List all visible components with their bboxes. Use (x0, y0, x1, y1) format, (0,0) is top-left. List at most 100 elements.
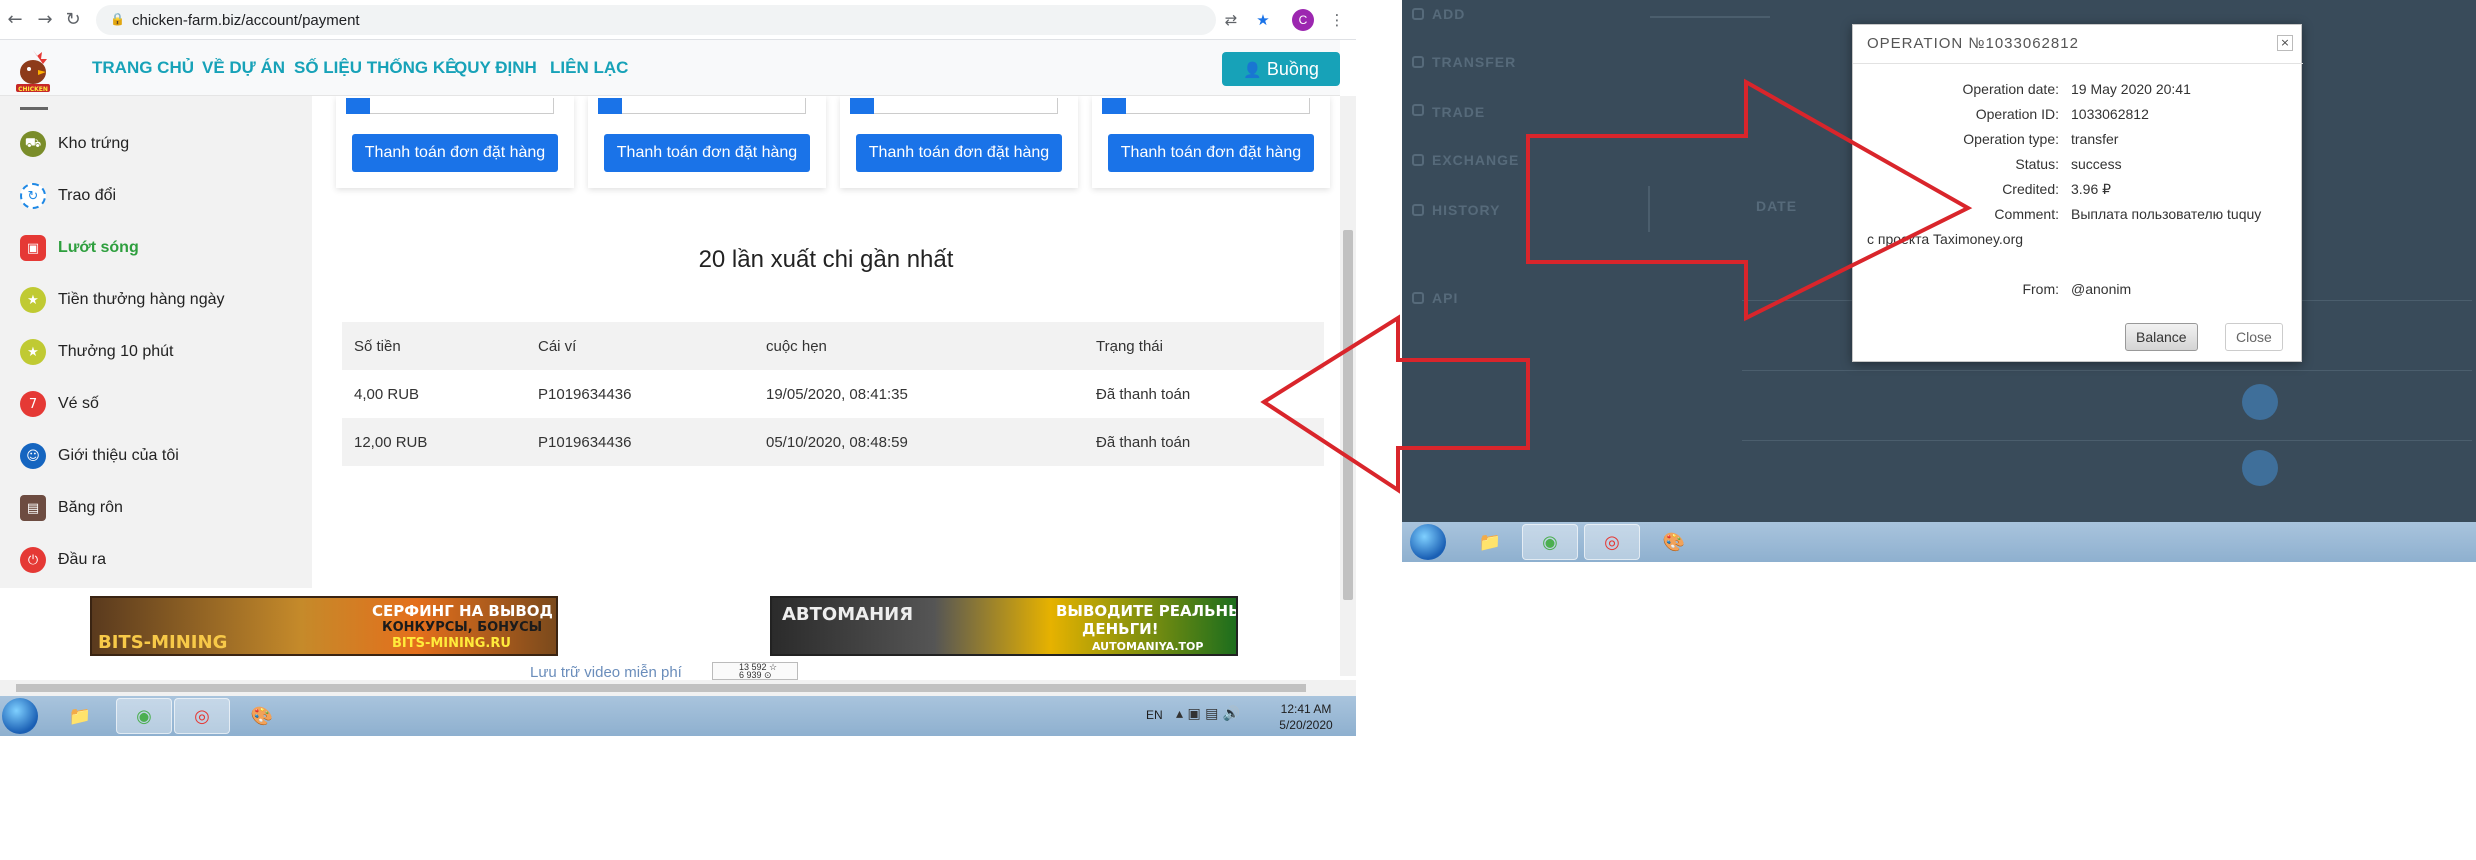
payment-card: Thanh toán đơn đặt hàng (588, 96, 826, 188)
profile-avatar[interactable]: C (1292, 9, 1314, 31)
browser-toolbar: ← → ↻ 🔒 chicken-farm.biz/account/payment… (0, 0, 1356, 40)
history-icon (1412, 204, 1424, 216)
table-row: 4,00 RUB P1019634436 19/05/2020, 08:41:3… (342, 370, 1324, 418)
sidebar-item-label: Lướt sóng (58, 239, 139, 256)
operation-dialog: OPERATION №1033062812 × Operation date: … (1852, 24, 2303, 362)
sidebar-item-surf[interactable]: ▣ Lướt sóng (20, 230, 310, 266)
forward-icon[interactable]: → (34, 9, 56, 31)
start-button[interactable] (2, 698, 38, 734)
table-cell: Đã thanh toán (1096, 434, 1191, 451)
sidebar-item-logout[interactable]: ⏻ Đầu ra (20, 542, 310, 578)
sidebar-item-banners[interactable]: ▤ Băng rôn (20, 490, 310, 526)
api-icon (1412, 292, 1424, 304)
app-icon[interactable]: ◉ (116, 698, 172, 734)
amount-input[interactable] (1102, 98, 1310, 114)
transfer-icon (1412, 56, 1424, 68)
folder-icon[interactable]: 📁 (1462, 524, 1518, 560)
nav-rules[interactable]: QUY ĐỊNH (454, 58, 537, 78)
currency-select[interactable] (850, 98, 874, 114)
amount-input[interactable] (598, 98, 806, 114)
main-content: Thanh toán đơn đặt hàng Thanh toán đơn đ… (312, 96, 1340, 588)
amount-input[interactable] (850, 98, 1058, 114)
ad-text: ВЫВОДИТЕ РЕАЛЬНЫЕ (1056, 602, 1238, 620)
scrollbar-thumb[interactable] (1343, 230, 1353, 600)
table-cell: 19/05/2020, 08:41:35 (766, 386, 908, 403)
ad-banner-automaniya[interactable]: АВТОМАНИЯ ВЫВОДИТЕ РЕАЛЬНЫЕ ДЕНЬГИ! AUTO… (770, 596, 1238, 656)
broken-image-link[interactable]: Lưu trữ video miễn phí (530, 664, 682, 681)
sidebar-item-ten-minute-bonus[interactable]: ★ Thưởng 10 phút (20, 334, 310, 370)
windows-taskbar: 📁 ◉ ◎ 🎨 (1402, 522, 2476, 562)
address-bar[interactable]: 🔒 chicken-farm.biz/account/payment (96, 5, 1216, 35)
app-icon[interactable]: ◉ (1522, 524, 1578, 560)
amount-input[interactable] (346, 98, 554, 114)
tray-icons[interactable]: ▴ ▣ ▤ 🔊 (1176, 706, 1240, 722)
sidebar-item-label: Giới thiệu của tôi (58, 447, 179, 464)
ad-brand: АВТОМАНИЯ (782, 604, 914, 625)
ad-text: ДЕНЬГИ! (1082, 620, 1159, 638)
reload-icon[interactable]: ↻ (62, 9, 84, 31)
chrome-icon[interactable]: ◎ (174, 698, 230, 734)
nav-add[interactable]: ADD (1432, 6, 1465, 22)
sidebar-item-egg-store[interactable]: ⛟ Kho trứng (20, 126, 310, 162)
history-title: 20 lần xuất chi gần nhất (698, 246, 954, 273)
balance-button[interactable]: Balance (2125, 323, 2198, 351)
field-value: 19 May 2020 20:41 (2071, 81, 2191, 97)
url-text[interactable]: chicken-farm.biz/account/payment (132, 12, 360, 29)
table-cell: 05/10/2020, 08:48:59 (766, 434, 908, 451)
pay-order-button[interactable]: Thanh toán đơn đặt hàng (352, 134, 558, 172)
sidebar-item-exchange[interactable]: ↻ Trao đổi (20, 178, 310, 214)
kebab-menu-icon[interactable]: ⋮ (1326, 9, 1348, 31)
pay-order-button[interactable]: Thanh toán đơn đặt hàng (604, 134, 810, 172)
currency-select[interactable] (346, 98, 370, 114)
translate-icon[interactable]: ⇄ (1220, 9, 1242, 31)
bookmark-star-icon[interactable]: ★ (1252, 9, 1274, 31)
paint-icon[interactable]: 🎨 (1646, 524, 1702, 560)
trade-icon (1412, 104, 1424, 116)
clock-time[interactable]: 12:41 AM (1276, 702, 1336, 716)
windows-taskbar: 📁 ◉ ◎ 🎨 EN ▴ ▣ ▤ 🔊 12:41 AM 5/20/2020 (0, 696, 1356, 736)
currency-select[interactable] (1102, 98, 1126, 114)
divider (1648, 186, 1650, 232)
currency-select[interactable] (598, 98, 622, 114)
table-row: 12,00 RUB P1019634436 05/10/2020, 08:48:… (342, 418, 1324, 466)
back-icon[interactable]: ← (4, 9, 26, 31)
banner-icon: ▤ (20, 495, 46, 521)
sidebar-item-referrals[interactable]: ☺ Giới thiệu của tôi (20, 438, 310, 474)
paint-icon[interactable]: 🎨 (234, 698, 290, 734)
room-button[interactable]: 👤 Buồng (1222, 52, 1340, 86)
pay-order-button[interactable]: Thanh toán đơn đặt hàng (856, 134, 1062, 172)
nav-contact[interactable]: LIÊN LẠC (550, 58, 628, 78)
divider (1742, 440, 2472, 441)
nav-exchange[interactable]: EXCHANGE (1432, 152, 1519, 168)
nav-transfer[interactable]: TRANSFER (1432, 54, 1516, 70)
nav-home[interactable]: TRANG CHỦ (92, 58, 194, 78)
nav-api[interactable]: API (1432, 290, 1458, 306)
vertical-scrollbar[interactable] (1340, 96, 1356, 676)
ad-text: КОНКУРСЫ, БОНУСЫ (382, 620, 543, 635)
scrollbar-thumb[interactable] (16, 684, 1306, 692)
divider (1853, 63, 2303, 64)
sidebar-item-daily-bonus[interactable]: ★ Tiền thưởng hàng ngày (20, 282, 310, 318)
pay-order-button[interactable]: Thanh toán đơn đặt hàng (1108, 134, 1314, 172)
close-icon[interactable]: × (2277, 35, 2293, 51)
language-indicator[interactable]: EN (1146, 708, 1163, 722)
start-button[interactable] (1410, 524, 1446, 560)
field-value: Выплата пользователю tuquy (2071, 206, 2262, 222)
chicken-logo-icon[interactable]: CHICKEN (8, 44, 58, 94)
column-header: cuộc hẹn (766, 338, 827, 355)
nav-stats[interactable]: SỐ LIỆU THỐNG KÊ (294, 58, 456, 78)
field-value: с проекта Taximoney.org (1867, 231, 2024, 247)
table-cell: P1019634436 (538, 386, 632, 403)
horizontal-scrollbar[interactable] (0, 680, 1356, 696)
ad-banner-bits-mining[interactable]: СЕРФИНГ НА ВЫВОД КОНКУРСЫ, БОНУСЫ BITS-M… (90, 596, 558, 656)
nav-history[interactable]: HISTORY (1432, 202, 1500, 218)
chrome-icon[interactable]: ◎ (1584, 524, 1640, 560)
visitor-counter[interactable]: 13 592 ☆ 6 939 ⊙ (712, 662, 798, 680)
nav-trade[interactable]: TRADE (1432, 104, 1485, 120)
sidebar-item-lottery[interactable]: 7 Vé số (20, 386, 310, 422)
nav-about[interactable]: VỀ DỰ ÁN (202, 58, 285, 78)
clock-date[interactable]: 5/20/2020 (1276, 718, 1336, 732)
close-button[interactable]: Close (2225, 323, 2283, 351)
egg-cart-icon: ⛟ (20, 131, 46, 157)
folder-icon[interactable]: 📁 (52, 698, 108, 734)
